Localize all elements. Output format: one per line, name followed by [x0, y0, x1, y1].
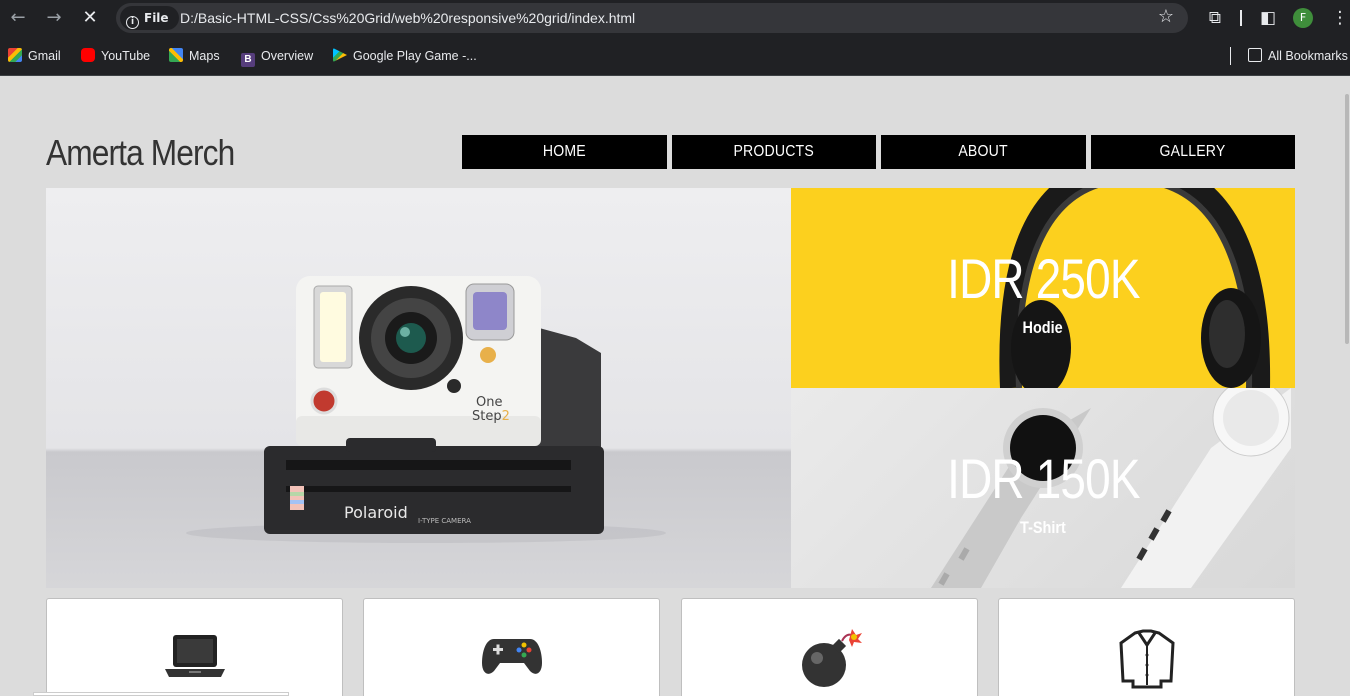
menu-kebab-icon[interactable]: ⋮: [1328, 6, 1350, 30]
bomb-icon: [801, 629, 862, 687]
game-controller-icon: [481, 639, 542, 674]
category-cards: [46, 598, 1295, 696]
bookmark-gmail[interactable]: Gmail: [8, 46, 61, 66]
menu-products[interactable]: PRODUCTS: [671, 135, 876, 169]
card-shirt[interactable]: [998, 598, 1295, 696]
maps-icon: [169, 48, 183, 62]
gmail-icon: [8, 48, 22, 62]
promo-price: IDR 250K: [946, 247, 1140, 310]
menu-gallery[interactable]: GALLERY: [1090, 135, 1295, 169]
bookmark-google-play[interactable]: Google Play Game -...: [333, 46, 477, 66]
main-menu: HOME PRODUCTS ABOUT GALLERY: [462, 135, 1295, 169]
toolbar-divider: [1240, 10, 1242, 26]
hero-brand-text: Polaroid: [344, 503, 408, 522]
bootstrap-icon: B: [241, 53, 255, 67]
menu-about[interactable]: ABOUT: [881, 135, 1086, 169]
folder-icon: [1248, 48, 1262, 62]
browser-toolbar: ← → ✕ i File D:/Basic-HTML-CSS/Css%20Grid…: [0, 0, 1350, 36]
laptop-icon: [164, 635, 225, 677]
promo-product-name: T-Shirt: [1020, 518, 1066, 537]
forward-arrow-icon[interactable]: →: [42, 6, 66, 30]
card-bomb[interactable]: [681, 598, 978, 696]
info-icon: i: [126, 16, 139, 29]
promo-product-name: Hodie: [1022, 318, 1064, 337]
hero-camera-image: One Step2 Polaroid I-TYPE CAMERA: [46, 188, 791, 588]
back-arrow-icon[interactable]: ←: [6, 6, 30, 30]
all-bookmarks[interactable]: All Bookmarks: [1248, 46, 1348, 66]
promo-hoodie[interactable]: IDR 250K Hodie: [791, 188, 1295, 388]
site-info-chip[interactable]: i File: [120, 6, 179, 30]
url-text[interactable]: D:/Basic-HTML-CSS/Css%20Grid/web%20respo…: [180, 3, 635, 33]
hero-sub-text: I-TYPE CAMERA: [418, 517, 471, 525]
promo-price: IDR 150K: [946, 447, 1140, 510]
svg-text:Step2: Step2: [472, 409, 510, 424]
site-brand: Amerta Merch: [46, 132, 235, 173]
side-panel-icon[interactable]: ◧: [1256, 6, 1280, 30]
page-scrollbar[interactable]: [1344, 76, 1350, 696]
profile-avatar[interactable]: F: [1293, 8, 1313, 28]
bookmarks-divider: [1230, 47, 1231, 65]
polaroid-camera-illustration: One Step2 Polaroid I-TYPE CAMERA: [186, 276, 666, 543]
stop-loading-icon[interactable]: ✕: [78, 6, 102, 30]
address-bar[interactable]: i File D:/Basic-HTML-CSS/Css%20Grid/web%2…: [116, 3, 1188, 33]
menu-home[interactable]: HOME: [462, 135, 667, 169]
card-game-controller[interactable]: [363, 598, 660, 696]
scrollbar-thumb[interactable]: [1345, 94, 1349, 344]
web-page: Amerta Merch HOME PRODUCTS ABOUT GALLERY: [0, 76, 1350, 696]
model-text: One: [476, 395, 502, 410]
bookmark-overview[interactable]: B Overview: [241, 46, 313, 67]
bookmarks-bar: Gmail YouTube Maps B Overview Google Play…: [0, 36, 1350, 76]
youtube-icon: [81, 48, 95, 62]
bookmark-youtube[interactable]: YouTube: [81, 46, 150, 66]
extensions-icon[interactable]: ⧉: [1203, 6, 1227, 30]
bookmark-maps[interactable]: Maps: [169, 46, 220, 66]
promo-tshirt[interactable]: IDR 150K T-Shirt: [791, 388, 1295, 588]
status-bar: [33, 692, 289, 696]
shirt-icon: [1118, 629, 1175, 689]
card-laptop[interactable]: [46, 598, 343, 696]
bookmark-star-icon[interactable]: ☆: [1158, 6, 1174, 27]
google-play-icon: [333, 48, 347, 62]
